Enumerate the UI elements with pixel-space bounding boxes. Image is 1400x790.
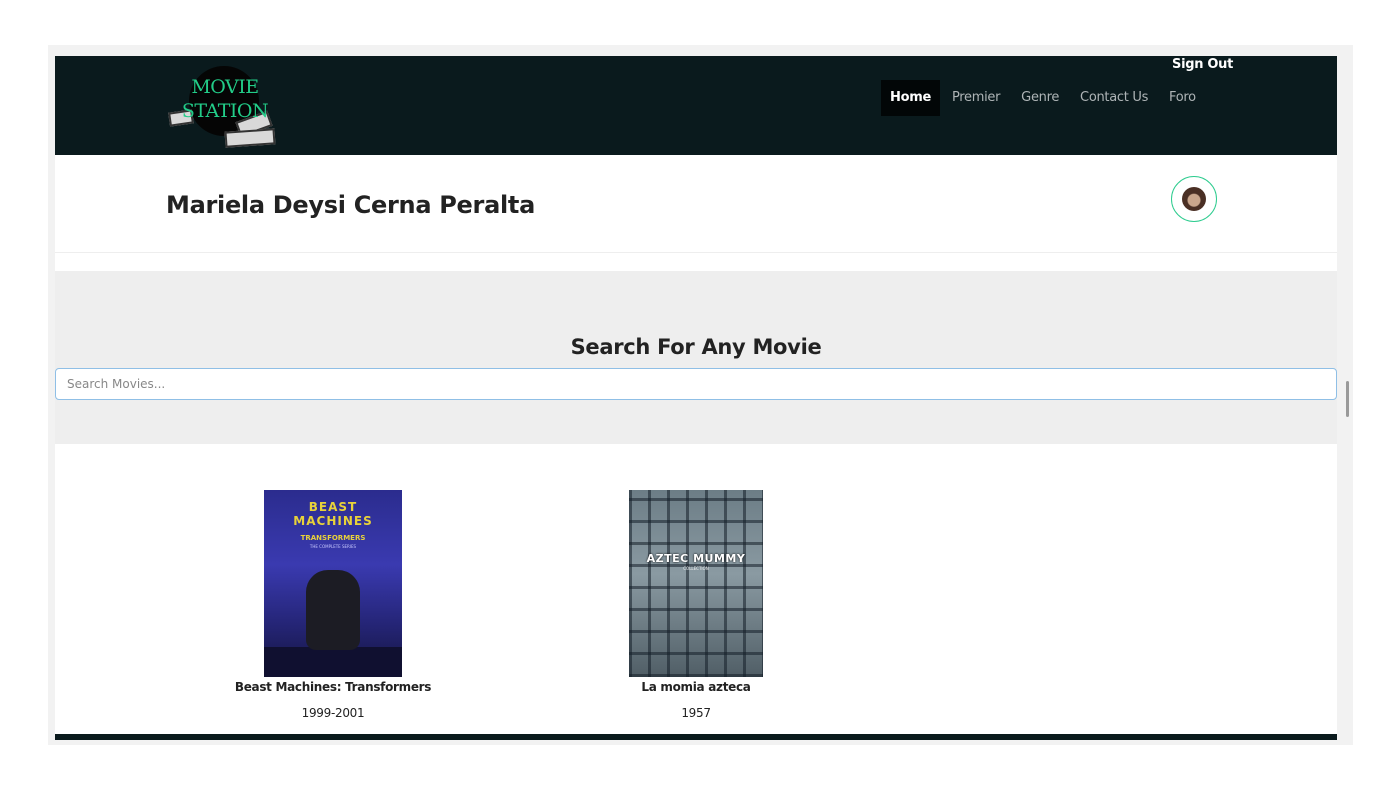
movie-poster[interactable]: BEAST MACHINES TRANSFORMERS THE COMPLETE… xyxy=(264,490,402,677)
profile-strip: Mariela Deysi Cerna Peralta xyxy=(55,155,1337,253)
poster-text: BEAST xyxy=(308,500,358,514)
movie-title[interactable]: La momia azteca xyxy=(566,680,826,694)
movie-year: 1957 xyxy=(681,706,711,720)
page: MOVIE STATION Sign Out Home Premier Genr… xyxy=(55,56,1337,740)
logo-text-line1: MOVIE xyxy=(191,76,259,98)
film-strip-icon xyxy=(224,128,276,148)
poster-floor xyxy=(264,647,402,677)
movie-title[interactable]: Beast Machines: Transformers xyxy=(203,680,463,694)
poster-text: THE COMPLETE SERIES xyxy=(309,544,357,549)
movie-poster[interactable]: AZTEC MUMMY COLLECTION xyxy=(629,490,763,677)
main-nav: Home Premier Genre Contact Us Foro xyxy=(881,80,1208,116)
movie-results: BEAST MACHINES TRANSFORMERS THE COMPLETE… xyxy=(55,444,1337,734)
nav-foro[interactable]: Foro xyxy=(1160,80,1205,116)
movie-card[interactable]: AZTEC MUMMY COLLECTION La momia azteca 1… xyxy=(566,490,826,720)
navbar: MOVIE STATION Sign Out Home Premier Genr… xyxy=(55,56,1337,155)
sign-out-link[interactable]: Sign Out xyxy=(1172,57,1233,72)
scrollbar-thumb[interactable] xyxy=(1346,381,1349,417)
poster-text: AZTEC MUMMY xyxy=(646,552,746,565)
search-panel: Search For Any Movie xyxy=(55,271,1337,444)
avatar[interactable] xyxy=(1171,176,1217,222)
footer xyxy=(55,734,1337,740)
nav-contact-us[interactable]: Contact Us xyxy=(1071,80,1157,116)
nav-genre[interactable]: Genre xyxy=(1012,80,1068,116)
movie-station-logo[interactable]: MOVIE STATION xyxy=(167,64,283,154)
poster-robot-figure xyxy=(306,570,360,650)
search-input[interactable] xyxy=(55,368,1337,400)
logo-text-line2: STATION xyxy=(181,100,269,122)
nav-home[interactable]: Home xyxy=(881,80,940,116)
poster-text: MACHINES xyxy=(293,514,373,528)
avatar-image xyxy=(1182,187,1206,211)
poster-text: COLLECTION xyxy=(683,566,709,571)
search-title: Search For Any Movie xyxy=(570,335,822,359)
movie-card[interactable]: BEAST MACHINES TRANSFORMERS THE COMPLETE… xyxy=(203,490,463,720)
user-name: Mariela Deysi Cerna Peralta xyxy=(166,191,535,219)
nav-premier[interactable]: Premier xyxy=(943,80,1009,116)
poster-text: TRANSFORMERS xyxy=(300,534,366,542)
movie-year: 1999-2001 xyxy=(301,706,365,720)
